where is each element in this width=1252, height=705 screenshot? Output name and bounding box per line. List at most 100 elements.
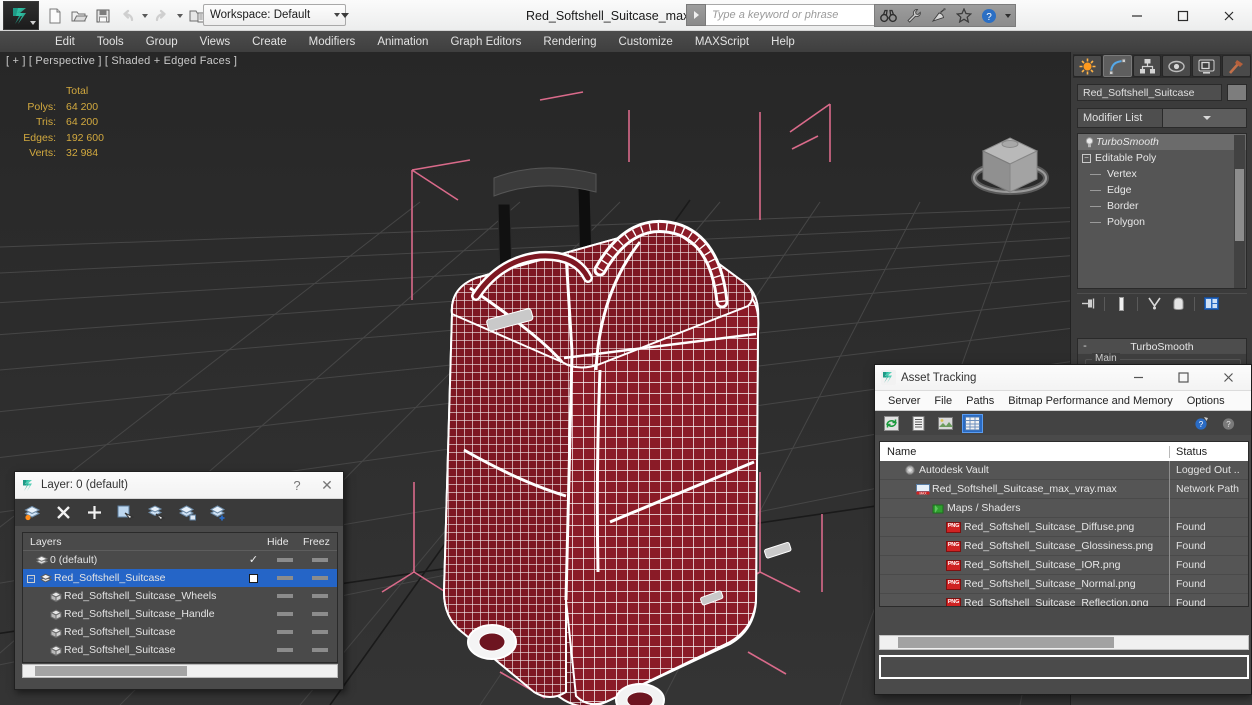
menu-item-group[interactable]: Group xyxy=(135,31,189,52)
hierarchy-tab[interactable] xyxy=(1132,55,1162,77)
utilities-tab[interactable] xyxy=(1222,55,1251,77)
scrollbar-thumb[interactable] xyxy=(898,637,1114,648)
add-selection-to-layer-button[interactable] xyxy=(177,503,197,523)
hide-toggle[interactable] xyxy=(267,558,303,562)
stack-item-edge[interactable]: Edge xyxy=(1078,182,1246,198)
column-header-status[interactable]: Status xyxy=(1170,446,1248,458)
stack-item-turbosmooth[interactable]: TurboSmooth xyxy=(1078,134,1246,150)
delete-layer-button[interactable] xyxy=(53,503,73,523)
rollout-header[interactable]: - TurboSmooth xyxy=(1078,339,1246,354)
layer-dialog-titlebar[interactable]: Layer: 0 (default) ? ✕ xyxy=(15,472,343,499)
open-file-icon[interactable] xyxy=(68,4,90,27)
new-file-icon[interactable] xyxy=(44,4,66,27)
minimize-button[interactable] xyxy=(1114,0,1160,31)
asset-row-reflection-png[interactable]: PNG Red_Softshell_Suitcase_Reflection.pn… xyxy=(880,593,1248,606)
maximize-button[interactable] xyxy=(1161,365,1206,391)
asset-row-max-file[interactable]: MAX Red_Softshell_Suitcase_max_vray.max … xyxy=(880,479,1248,499)
help-button[interactable]: ? xyxy=(283,478,311,493)
highlight-selected-objects-button[interactable] xyxy=(146,503,166,523)
grid-view-button[interactable] xyxy=(962,413,983,433)
asset-list[interactable]: Name Status Autodesk Vault Logged Out ..… xyxy=(879,441,1249,607)
menu-item-animation[interactable]: Animation xyxy=(366,31,439,52)
layer-row-suitcase-a[interactable]: Red_Softshell_Suitcase xyxy=(23,623,337,641)
current-layer-checkmark[interactable]: ✓ xyxy=(240,554,267,566)
freeze-toggle[interactable] xyxy=(303,612,337,616)
menu-item-paths[interactable]: Paths xyxy=(959,395,1001,407)
freeze-toggle[interactable] xyxy=(303,558,337,562)
redo-dropdown-arrow-icon[interactable] xyxy=(175,4,184,27)
stack-item-vertex[interactable]: Vertex xyxy=(1078,166,1246,182)
modifier-stack[interactable]: TurboSmooth − Editable Poly Vertex Edge … xyxy=(1077,133,1247,289)
stack-item-editable-poly[interactable]: − Editable Poly xyxy=(1078,150,1246,166)
undo-dropdown-arrow-icon[interactable] xyxy=(140,4,149,27)
menu-item-options[interactable]: Options xyxy=(1180,395,1232,407)
menu-item-tools[interactable]: Tools xyxy=(86,31,135,52)
asset-row-autodesk-vault[interactable]: Autodesk Vault Logged Out .. xyxy=(880,460,1248,480)
minimize-button[interactable] xyxy=(1116,365,1161,391)
menu-item-help[interactable]: Help xyxy=(760,31,806,52)
workspace-selector[interactable]: Workspace: Default xyxy=(203,4,346,26)
layer-list[interactable]: Layers Hide Freez 0 (default) ✓ − Red_So… xyxy=(22,532,338,663)
freeze-toggle[interactable] xyxy=(303,576,337,580)
menu-item-server[interactable]: Server xyxy=(881,395,927,407)
close-button[interactable] xyxy=(1206,365,1251,391)
menu-item-modifiers[interactable]: Modifiers xyxy=(298,31,367,52)
stack-item-polygon[interactable]: Polygon xyxy=(1078,214,1246,230)
redo-icon[interactable] xyxy=(151,4,173,27)
menu-item-edit[interactable]: Edit xyxy=(44,31,86,52)
hide-toggle[interactable] xyxy=(267,612,303,616)
asset-row-normal-png[interactable]: PNG Red_Softshell_Suitcase_Normal.png Fo… xyxy=(880,574,1248,594)
workspace-dropdown-arrow-icon[interactable] xyxy=(338,4,352,26)
menu-item-rendering[interactable]: Rendering xyxy=(532,31,607,52)
motion-tab[interactable] xyxy=(1162,55,1192,77)
freeze-toggle[interactable] xyxy=(303,594,337,598)
menu-item-views[interactable]: Views xyxy=(189,31,241,52)
search-input[interactable]: Type a keyword or phrase xyxy=(706,4,878,26)
asset-row-ior-png[interactable]: PNG Red_Softshell_Suitcase_IOR.png Found xyxy=(880,555,1248,575)
current-layer-checkbox[interactable] xyxy=(240,573,267,583)
rollout-collapse-icon[interactable]: - xyxy=(1078,341,1092,352)
freeze-toggle[interactable] xyxy=(303,648,337,652)
help-dropdown-arrow-icon[interactable] xyxy=(1003,13,1012,18)
light-bulb-icon[interactable] xyxy=(1082,136,1096,148)
maximize-button[interactable] xyxy=(1160,0,1206,31)
undo-icon[interactable] xyxy=(116,4,138,27)
star-icon[interactable] xyxy=(953,6,974,26)
3dsmax-logo-icon[interactable] xyxy=(3,1,39,30)
menu-item-graph-editors[interactable]: Graph Editors xyxy=(439,31,532,52)
set-current-layer-button[interactable] xyxy=(208,503,228,523)
layer-list-horizontal-scrollbar[interactable] xyxy=(22,664,338,678)
layer-row-default[interactable]: 0 (default) ✓ xyxy=(23,551,337,569)
view-cube[interactable] xyxy=(963,130,1058,208)
expand-toggle[interactable]: − xyxy=(25,572,37,584)
layer-dialog[interactable]: Layer: 0 (default) ? ✕ Layers Hide Freez… xyxy=(14,471,344,690)
refresh-button[interactable] xyxy=(881,414,902,433)
make-unique-button[interactable] xyxy=(1143,295,1165,313)
list-view-button[interactable] xyxy=(908,414,929,433)
layer-row-handle[interactable]: Red_Softshell_Suitcase_Handle xyxy=(23,605,337,623)
add-layer-button[interactable] xyxy=(84,503,104,523)
asset-row-glossiness-png[interactable]: PNG Red_Softshell_Suitcase_Glossiness.pn… xyxy=(880,536,1248,556)
stack-item-border[interactable]: Border xyxy=(1078,198,1246,214)
configure-modifier-sets-button[interactable] xyxy=(1200,295,1222,313)
asset-row-diffuse-png[interactable]: PNG Red_Softshell_Suitcase_Diffuse.png F… xyxy=(880,517,1248,537)
save-file-icon[interactable] xyxy=(92,4,114,27)
hide-toggle[interactable] xyxy=(267,630,303,634)
close-button[interactable] xyxy=(1206,0,1252,31)
menu-item-bitmap-performance-and-memory[interactable]: Bitmap Performance and Memory xyxy=(1001,395,1179,407)
display-tab[interactable] xyxy=(1192,55,1222,77)
close-button[interactable]: ✕ xyxy=(311,477,343,494)
search-dropdown-button[interactable] xyxy=(686,4,706,26)
context-help-button[interactable]: ? xyxy=(1218,414,1239,433)
new-layer-button[interactable] xyxy=(22,503,42,523)
asset-tracking-dialog[interactable]: Asset Tracking Server File Paths Bitmap … xyxy=(874,364,1252,695)
object-name-field[interactable]: Red_Softshell_Suitcase xyxy=(1077,84,1222,101)
hide-toggle[interactable] xyxy=(267,648,303,652)
collapse-box-icon[interactable]: − xyxy=(1082,153,1091,163)
scrollbar-thumb[interactable] xyxy=(35,666,187,676)
asset-tracking-titlebar[interactable]: Asset Tracking xyxy=(875,365,1251,391)
layer-row-suitcase-b[interactable]: Red_Softshell_Suitcase xyxy=(23,641,337,659)
remove-modifier-button[interactable] xyxy=(1167,295,1189,313)
asset-row-maps-shaders[interactable]: Maps / Shaders xyxy=(880,498,1248,518)
thumbnail-view-button[interactable] xyxy=(935,414,956,433)
